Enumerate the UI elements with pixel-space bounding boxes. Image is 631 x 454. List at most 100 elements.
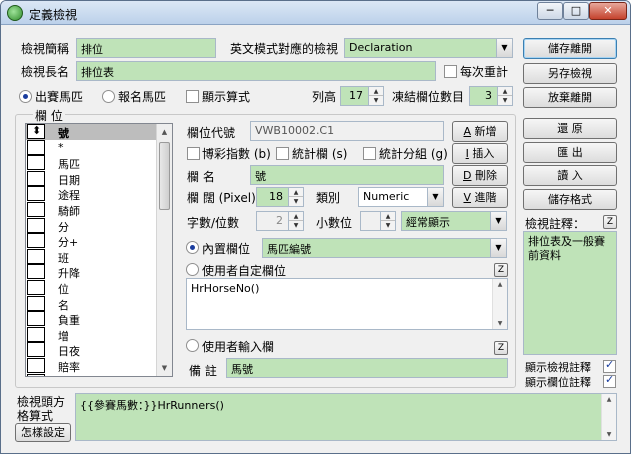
spinner-buttons[interactable]: ▲ ▼ <box>497 87 512 105</box>
advanced-button[interactable]: V 進階 <box>452 187 508 208</box>
delete-column-button[interactable]: D 刪除 <box>452 165 508 186</box>
close-button[interactable]: ✕ <box>589 2 627 20</box>
row-selector-box[interactable] <box>27 279 45 295</box>
formula-scrollbar[interactable]: ▲ ▼ <box>492 279 507 329</box>
scroll-up-icon[interactable]: ▲ <box>493 281 507 288</box>
scroll-up-icon[interactable]: ▲ <box>602 396 616 403</box>
discard-leave-button[interactable]: 放棄離開 <box>523 87 617 108</box>
chevron-down-icon[interactable]: ▼ <box>490 239 506 257</box>
spinner-buttons[interactable]: ▲ ▼ <box>368 87 383 105</box>
save-leave-button[interactable]: 儲存離開 <box>523 38 617 59</box>
row-selector-box[interactable] <box>27 170 45 186</box>
column-list-item[interactable]: 分+ <box>26 233 172 249</box>
column-list-item[interactable]: 名 <box>26 295 172 312</box>
chevron-down-icon[interactable]: ▼ <box>369 96 383 105</box>
english-view-select[interactable]: Declaration ▼ <box>344 38 513 58</box>
custom-formula-area[interactable]: HrHorseNo() ▲ ▼ <box>186 278 508 330</box>
spinner-buttons[interactable]: ▲ ▼ <box>288 188 303 206</box>
show-view-annotation-checkbox[interactable] <box>603 358 616 373</box>
spinner-buttons[interactable]: ▲ ▼ <box>380 212 395 230</box>
zoom-formula-button[interactable]: Z <box>494 263 508 277</box>
show-formula-checkbox[interactable] <box>186 90 199 103</box>
zoom-remark-button[interactable]: Z <box>494 341 508 355</box>
builtin-column-select[interactable]: 馬匹編號 ▼ <box>262 238 507 258</box>
import-button[interactable]: 讀 入 <box>523 165 617 186</box>
column-list-scrollbar[interactable]: ▲ ▼ <box>156 124 172 376</box>
chevron-up-icon[interactable]: ▲ <box>369 87 383 96</box>
stat-group-checkbox[interactable] <box>363 147 376 160</box>
short-name-input[interactable]: 排位 <box>76 38 216 58</box>
header-formula-area[interactable]: {{參賽馬數：}}HrRunners() ▲ ▼ <box>75 393 617 441</box>
chevron-down-icon[interactable]: ▼ <box>427 188 443 206</box>
row-selector-box[interactable] <box>27 295 45 311</box>
save-format-button[interactable]: 儲存格式 <box>523 189 617 210</box>
column-list-item[interactable]: 騎師 <box>26 201 172 218</box>
row-selector-box[interactable] <box>27 217 45 233</box>
chevron-up-icon[interactable]: ▲ <box>498 87 512 96</box>
show-column-annotation-checkbox[interactable] <box>603 373 616 388</box>
scroll-down-icon[interactable]: ▼ <box>602 431 616 438</box>
row-selector-box[interactable] <box>27 124 45 139</box>
chevron-up-icon[interactable]: ▲ <box>289 188 303 197</box>
row-selector-box[interactable] <box>27 357 45 373</box>
row-selector-box[interactable] <box>27 373 45 376</box>
type-select[interactable]: Numeric ▼ <box>358 187 444 207</box>
custom-column-radio[interactable] <box>186 263 199 276</box>
column-list-item[interactable]: 時間 <box>26 373 172 376</box>
chevron-down-icon[interactable]: ▼ <box>496 39 512 57</box>
display-mode-select[interactable]: 經常顯示 ▼ <box>401 211 507 231</box>
column-list-item[interactable]: 增 <box>26 326 172 343</box>
insert-column-button[interactable]: I 插入 <box>452 143 508 164</box>
digits-spinner[interactable]: 2 ▲ ▼ <box>256 211 304 231</box>
spinner-buttons[interactable]: ▲ ▼ <box>288 212 303 230</box>
column-list-item[interactable]: 班 <box>26 248 172 265</box>
title-bar[interactable]: 定義檢視 ─ □ ✕ <box>1 1 630 25</box>
column-list-item[interactable]: 分 <box>26 217 172 234</box>
add-column-button[interactable]: A 新增 <box>452 121 508 142</box>
zoom-annotation-button[interactable]: Z <box>603 215 617 229</box>
builtin-column-radio[interactable] <box>186 241 199 254</box>
column-list-item[interactable]: 馬匹 <box>26 155 172 171</box>
column-list-item[interactable]: * <box>26 139 172 156</box>
chevron-up-icon[interactable]: ▲ <box>381 212 395 221</box>
column-list-item[interactable]: 途程 <box>26 186 172 202</box>
scroll-up-icon[interactable]: ▲ <box>157 124 172 140</box>
chevron-down-icon[interactable]: ▼ <box>498 96 512 105</box>
column-list-item[interactable]: 賠率 <box>26 357 172 374</box>
row-selector-box[interactable] <box>27 342 45 358</box>
input-column-radio[interactable] <box>186 339 199 352</box>
chevron-down-icon[interactable]: ▼ <box>490 212 506 230</box>
view-annotation-area[interactable]: 排位表及一般賽前資料 <box>523 231 617 355</box>
row-selector-box[interactable] <box>27 155 45 171</box>
column-list-item[interactable]: 位 <box>26 279 172 296</box>
frozen-columns-spinner[interactable]: 3 ▲ ▼ <box>469 86 513 106</box>
row-selector-box[interactable] <box>27 233 45 249</box>
scroll-down-icon[interactable]: ▼ <box>157 360 172 376</box>
recount-checkbox[interactable] <box>444 65 457 78</box>
column-list-item[interactable]: 號 <box>26 124 172 140</box>
minimize-button[interactable]: ─ <box>537 2 563 20</box>
row-height-spinner[interactable]: 17 ▲ ▼ <box>340 86 384 106</box>
rainbow-index-checkbox[interactable] <box>187 147 200 160</box>
column-list-item[interactable]: 負重 <box>26 311 172 327</box>
row-selector-box[interactable] <box>27 264 45 280</box>
long-name-input[interactable]: 排位表 <box>76 61 436 81</box>
decimal-spinner[interactable]: ▲ ▼ <box>360 211 396 231</box>
column-name-input[interactable]: 號 <box>250 165 444 185</box>
stat-column-checkbox[interactable] <box>276 147 289 160</box>
scroll-thumb[interactable] <box>159 142 170 210</box>
how-to-button[interactable]: 怎樣設定 <box>15 423 71 442</box>
entry-radio[interactable] <box>102 90 115 103</box>
remark-input[interactable]: 馬號 <box>226 358 508 378</box>
row-selector-box[interactable] <box>27 201 45 217</box>
column-list-item[interactable]: 升降 <box>26 264 172 280</box>
export-button[interactable]: 匯 出 <box>523 142 617 163</box>
maximize-button[interactable]: □ <box>563 2 589 20</box>
runner-radio[interactable] <box>19 90 32 103</box>
row-selector-box[interactable] <box>27 186 45 202</box>
scroll-down-icon[interactable]: ▼ <box>493 320 507 327</box>
chevron-down-icon[interactable]: ▼ <box>289 221 303 230</box>
row-selector-box[interactable] <box>27 326 45 342</box>
restore-button[interactable]: 還 原 <box>523 118 617 139</box>
row-selector-box[interactable] <box>27 248 45 264</box>
